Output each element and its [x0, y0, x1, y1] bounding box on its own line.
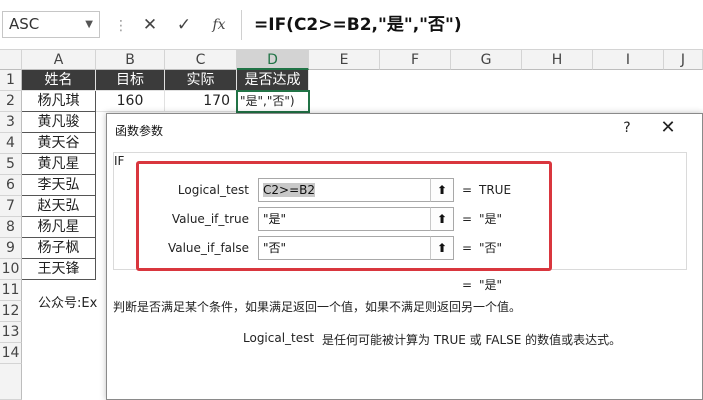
enter-icon[interactable]: ✓ [172, 13, 196, 37]
equals-sign: = [462, 241, 473, 255]
formula-bar-grip: ⋮ [114, 18, 128, 34]
table-cell-name[interactable]: 杨凡琪 [22, 91, 96, 112]
row-header[interactable]: 5 [0, 154, 22, 175]
arg-label-value-if-false: Value_if_false [167, 241, 249, 255]
table-cell-target[interactable]: 160 [96, 91, 165, 112]
insert-function-icon[interactable]: fx [207, 13, 231, 37]
header-cell-target[interactable]: 目标 [96, 70, 165, 91]
collapse-dialog-icon[interactable]: ⬆ [430, 236, 454, 260]
close-icon[interactable]: ✕ [658, 118, 678, 138]
column-header-f[interactable]: F [380, 50, 451, 70]
help-icon[interactable]: ? [617, 118, 637, 138]
column-header-j[interactable]: J [664, 50, 703, 70]
arg-result: "否" [479, 241, 503, 255]
column-header-e[interactable]: E [309, 50, 380, 70]
table-cell-name[interactable]: 黄凡骏 [22, 112, 96, 133]
header-cell-actual[interactable]: 实际 [165, 70, 237, 91]
logical-test-value: C2>=B2 [263, 183, 315, 197]
row-header[interactable]: 12 [0, 301, 22, 322]
row-header[interactable]: 6 [0, 175, 22, 196]
function-description: 判断是否满足某个条件，如果满足返回一个值，如果不满足则返回另一个值。 [113, 300, 522, 314]
watermark-note: 公众号:Ex [38, 296, 98, 311]
table-cell-name[interactable]: 杨凡星 [22, 217, 96, 238]
row-header[interactable]: 3 [0, 112, 22, 133]
value-if-true-input[interactable]: "是" [258, 207, 454, 231]
arg-result: TRUE [479, 183, 512, 197]
header-cell-achieved[interactable]: 是否达成 [237, 70, 309, 91]
table-cell-actual[interactable]: 170 [165, 91, 237, 112]
row-header[interactable]: 9 [0, 238, 22, 259]
row-header [0, 364, 22, 400]
function-arguments-dialog: 函数参数 ? ✕ IF Logical_test C2>=B2 ⬆ = TRUE… [106, 113, 703, 400]
column-header-d[interactable]: D [237, 50, 309, 70]
table-cell-name[interactable]: 黄凡星 [22, 154, 96, 175]
column-header-a[interactable]: A [22, 50, 96, 70]
active-cell-d2[interactable]: "是","否") [236, 90, 310, 113]
cancel-icon[interactable]: ✕ [138, 13, 162, 37]
formula-bar: ASC ▼ ⋮ ✕ ✓ fx =IF(C2>=B2,"是","否") [0, 0, 703, 50]
value-if-false-input[interactable]: "否" [258, 236, 454, 260]
arg-help-name: Logical_test [243, 331, 315, 345]
row-header[interactable]: 14 [0, 343, 22, 364]
table-cell-name[interactable]: 王天锋 [22, 259, 96, 280]
column-header-b[interactable]: B [96, 50, 165, 70]
row-header[interactable]: 2 [0, 91, 22, 112]
arg-help-text: 是任何可能被计算为 TRUE 或 FALSE 的数值或表达式。 [322, 333, 622, 347]
formula-input[interactable]: =IF(C2>=B2,"是","否") [254, 13, 462, 37]
column-header-i[interactable]: I [593, 50, 664, 70]
table-cell-name[interactable]: 李天弘 [22, 175, 96, 196]
equals-sign: = [462, 278, 473, 292]
collapse-dialog-icon[interactable]: ⬆ [430, 207, 454, 231]
formula-divider [241, 10, 242, 40]
logical-test-input[interactable]: C2>=B2 [258, 178, 454, 202]
dialog-title: 函数参数 [115, 124, 164, 138]
column-header-g[interactable]: G [451, 50, 522, 70]
select-all-corner[interactable] [0, 50, 22, 70]
equals-sign: = [462, 212, 473, 226]
name-box-value: ASC [9, 15, 40, 33]
arg-result: "是" [479, 212, 503, 226]
table-cell-name[interactable]: 赵天弘 [22, 196, 96, 217]
row-header[interactable]: 1 [0, 70, 22, 91]
collapse-dialog-icon[interactable]: ⬆ [430, 178, 454, 202]
table-cell-name[interactable]: 杨子枫 [22, 238, 96, 259]
chevron-down-icon[interactable]: ▼ [85, 12, 93, 37]
arg-label-logical-test: Logical_test [177, 183, 249, 197]
row-header[interactable]: 4 [0, 133, 22, 154]
row-header[interactable]: 11 [0, 280, 22, 301]
arg-label-value-if-true: Value_if_true [171, 212, 249, 226]
row-header[interactable]: 8 [0, 217, 22, 238]
row-header[interactable]: 10 [0, 259, 22, 280]
function-name-label: IF [114, 154, 128, 168]
formula-result: "是" [479, 278, 503, 292]
column-header-c[interactable]: C [165, 50, 237, 70]
row-header[interactable]: 13 [0, 322, 22, 343]
name-box[interactable]: ASC ▼ [2, 11, 100, 38]
header-cell-name[interactable]: 姓名 [22, 70, 96, 91]
table-cell-name[interactable]: 黄天谷 [22, 133, 96, 154]
column-header-h[interactable]: H [522, 50, 593, 70]
equals-sign: = [462, 183, 473, 197]
row-header[interactable]: 7 [0, 196, 22, 217]
